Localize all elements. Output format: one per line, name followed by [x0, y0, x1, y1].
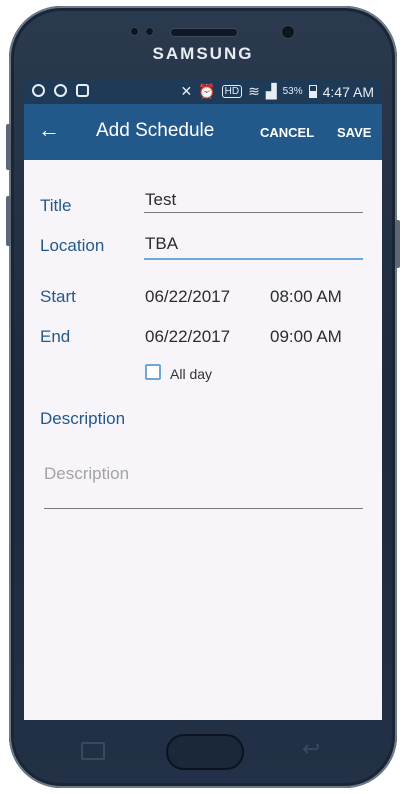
description-label: Description [40, 409, 126, 428]
home-button[interactable] [166, 734, 244, 770]
recent-apps-icon[interactable] [81, 742, 105, 760]
back-key-icon[interactable]: ↩ [302, 736, 320, 762]
alarm-icon: ⏰ [198, 83, 216, 99]
front-camera [281, 25, 295, 39]
page-title: Add Schedule [96, 120, 215, 141]
end-time[interactable]: 09:00 AM [270, 327, 342, 347]
battery-percent: 53% [282, 86, 303, 97]
app-notification-icon [76, 84, 89, 97]
signal-icon: ▟ [265, 83, 277, 99]
location-underline [144, 258, 363, 260]
sensor-dot [130, 27, 139, 36]
app-bar: ← Add Schedule CANCEL SAVE [24, 104, 382, 160]
hd-icon: HD [221, 85, 243, 98]
notification-icon [32, 84, 45, 97]
device-brand: SAMSUNG [152, 44, 254, 63]
start-label: Start [40, 287, 76, 306]
title-label: Title [40, 196, 72, 215]
notification-icons [32, 84, 89, 97]
location-label: Location [40, 236, 105, 255]
power-button [6, 196, 11, 246]
start-time[interactable]: 08:00 AM [270, 287, 342, 307]
location-input[interactable]: TBA [145, 234, 178, 254]
description-underline [44, 508, 363, 509]
all-day-checkbox[interactable] [145, 364, 161, 380]
earpiece-speaker [170, 28, 238, 37]
battery-icon [308, 85, 317, 98]
sensor-dot [145, 27, 154, 36]
title-input[interactable]: Test [145, 190, 176, 210]
mute-icon: ✕ [180, 83, 193, 99]
save-button[interactable]: SAVE [337, 125, 371, 140]
status-bar: ✕ ⏰ HD ≋ ▟ 53% 4:47 AM [24, 80, 382, 104]
end-date[interactable]: 06/22/2017 [145, 327, 230, 347]
start-date[interactable]: 06/22/2017 [145, 287, 230, 307]
volume-button [6, 124, 11, 170]
status-time: 4:47 AM [322, 83, 374, 100]
wifi-icon: ≋ [248, 83, 260, 99]
screen: ✕ ⏰ HD ≋ ▟ 53% 4:47 AM ← Add Schedule CA… [24, 80, 382, 720]
title-underline [144, 212, 363, 213]
system-icons: ✕ ⏰ HD ≋ ▟ 53% 4:47 AM [180, 83, 374, 100]
description-input[interactable]: Description [44, 464, 129, 484]
side-key [395, 220, 400, 268]
sync-icon [54, 84, 67, 97]
arrow-left-icon[interactable]: ← [38, 117, 60, 143]
all-day-label[interactable]: All day [170, 366, 212, 382]
end-label: End [40, 327, 71, 346]
cancel-button[interactable]: CANCEL [260, 125, 314, 140]
